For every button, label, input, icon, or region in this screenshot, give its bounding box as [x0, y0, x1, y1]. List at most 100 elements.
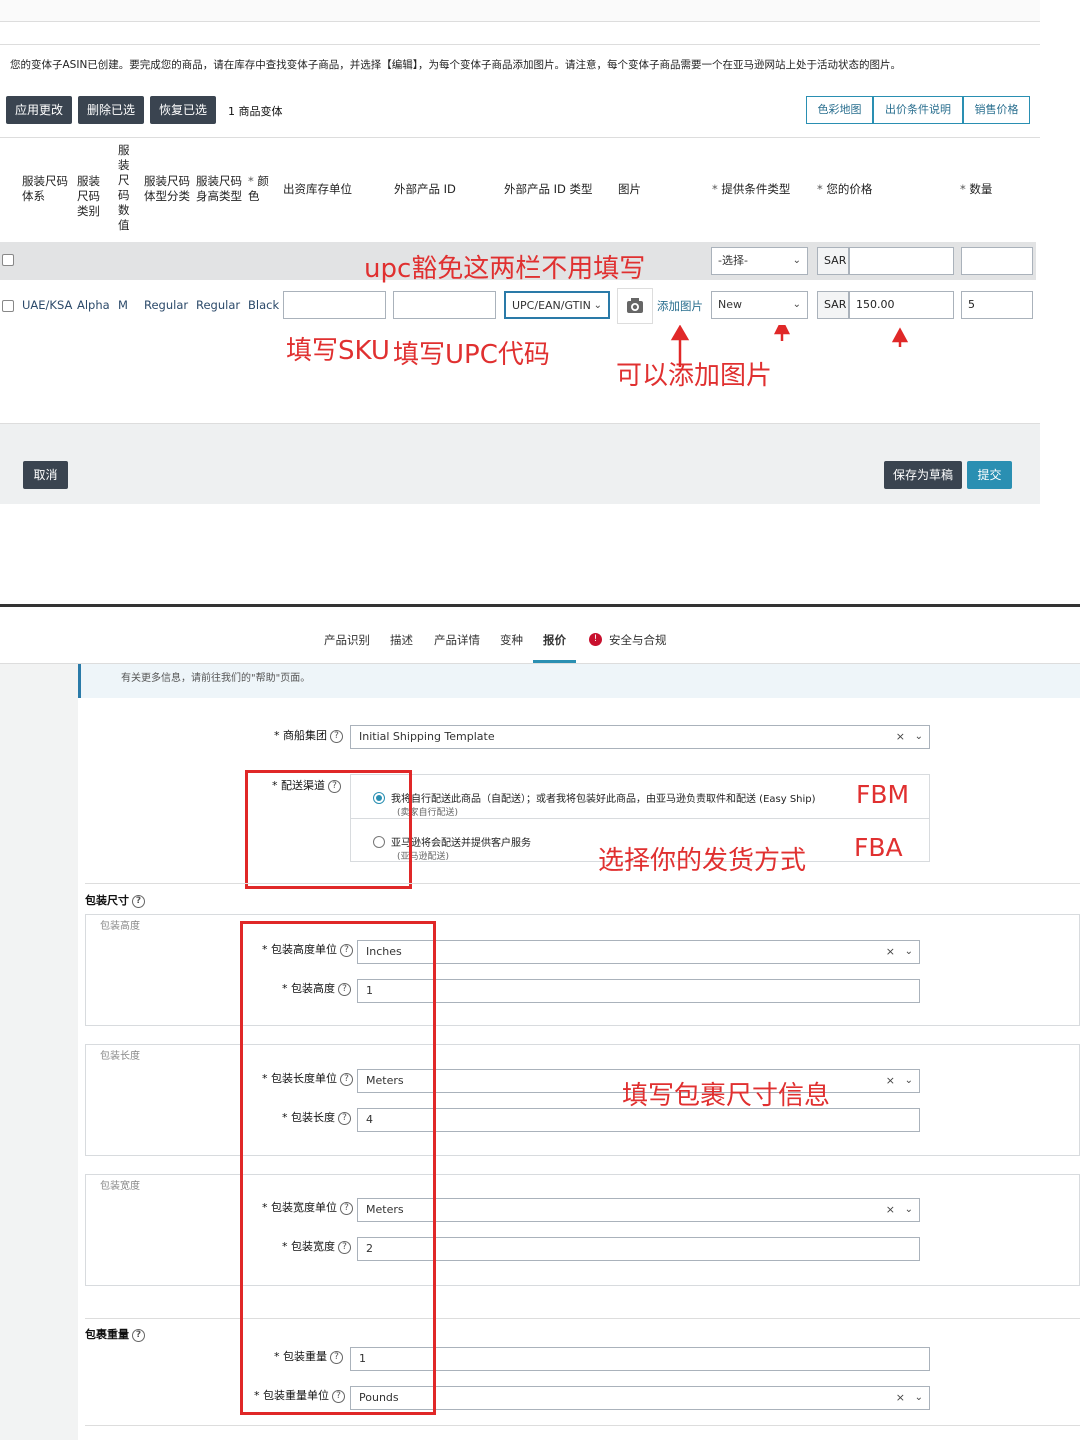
help-icon[interactable]: ? [132, 894, 145, 908]
header-external-id: 外部产品 ID [394, 182, 456, 196]
chevron-down-icon[interactable]: ⌄ [915, 1387, 923, 1409]
help-icon[interactable]: ? [132, 1328, 145, 1342]
clear-icon[interactable]: × [896, 726, 905, 748]
annotation-fbm: FBM [856, 780, 910, 809]
annotation-fill-sku: 填写SKU [286, 336, 390, 366]
cell-size-class: Alpha [77, 298, 110, 312]
top-strip [0, 0, 1040, 22]
quantity-input[interactable]: 5 [961, 291, 1033, 319]
chevron-down-icon[interactable]: ⌄ [905, 941, 913, 963]
divider [85, 1425, 1080, 1426]
cell-color: Black [248, 298, 280, 312]
bulk-select-checkbox[interactable] [2, 254, 14, 266]
tab-product-details[interactable]: 产品详情 [434, 632, 480, 648]
clear-icon[interactable]: × [886, 941, 895, 963]
shipping-template-label: * 商船集团? [274, 727, 343, 743]
header-condition: * 提供条件类型 [712, 182, 791, 196]
bulk-quantity-input[interactable] [961, 247, 1033, 275]
row-select-checkbox[interactable] [2, 300, 14, 312]
header-color: * 颜色 [248, 174, 269, 203]
tab-product-id[interactable]: 产品识别 [324, 632, 370, 648]
annotation-arrows [670, 325, 909, 367]
variation-notice: 您的变体子ASIN已创建。要完成您的商品，请在库存中查找变体子商品，并选择【编辑… [10, 59, 902, 71]
package-dimensions-title: 包装尺寸? [85, 892, 145, 908]
bulk-condition-select[interactable]: -选择- ⌄ [711, 247, 808, 275]
weight-input[interactable]: 1 [350, 1347, 930, 1371]
header-sku: 出资库存单位 [283, 182, 352, 196]
bulk-price-input[interactable] [849, 247, 954, 275]
weight-unit-select[interactable]: Pounds × ⌄ [350, 1386, 930, 1410]
package-weight-title: 包裹重量? [85, 1326, 145, 1342]
currency-label: SAR [817, 291, 849, 319]
package-height-section [85, 914, 1080, 1026]
condition-select[interactable]: New ⌄ [711, 291, 808, 319]
divider [0, 137, 1040, 138]
restore-selected-button[interactable]: 恢复已选 [150, 96, 216, 124]
clear-icon[interactable]: × [886, 1199, 895, 1221]
clear-icon[interactable]: × [886, 1070, 895, 1092]
option-divider [350, 818, 930, 819]
annotation-choose-shipping: 选择你的发货方式 [598, 846, 807, 876]
package-length-section-title: 包装长度 [100, 1051, 140, 1062]
add-image-link[interactable]: 添加图片 [657, 298, 703, 314]
annotation-fill-upc: 填写UPC代码 [393, 340, 550, 370]
annotation-upc-exempt: upc豁免这两栏不用填写 [364, 254, 646, 284]
divider [85, 1318, 1080, 1319]
tab-safety-compliance[interactable]: 安全与合规 [609, 632, 667, 648]
cell-height-type: Regular [196, 298, 241, 312]
header-image: 图片 [618, 182, 641, 196]
width-unit-select[interactable]: Meters × ⌄ [357, 1198, 920, 1222]
save-draft-button[interactable]: 保存为草稿 [884, 461, 962, 489]
package-width-section [85, 1174, 1080, 1286]
tab-offer[interactable]: 报价 [533, 632, 576, 663]
clear-icon[interactable]: × [896, 1387, 905, 1409]
camera-icon [627, 298, 643, 313]
header-external-id-type: 外部产品 ID 类型 [504, 182, 593, 196]
width-input[interactable]: 2 [357, 1237, 920, 1261]
price-input[interactable]: 150.00 [849, 291, 954, 319]
divider [0, 44, 1040, 45]
cell-size-value: M [118, 298, 128, 312]
highlight-box-channel [245, 770, 412, 889]
bulk-currency-label: SAR [817, 247, 849, 275]
add-image-button[interactable] [617, 288, 653, 324]
submit-button[interactable]: 提交 [967, 461, 1012, 489]
chevron-down-icon[interactable]: ⌄ [905, 1199, 913, 1221]
annotation-fba: FBA [854, 833, 903, 862]
sale-price-button[interactable]: 销售价格 [963, 96, 1030, 124]
chevron-down-icon[interactable]: ⌄ [915, 726, 923, 748]
external-id-input[interactable] [393, 291, 496, 319]
chevron-down-icon[interactable]: ⌄ [905, 1070, 913, 1092]
variation-panel: 您的变体子ASIN已创建。要完成您的商品，请在库存中查找变体子商品，并选择【编辑… [0, 0, 1080, 605]
apply-changes-button[interactable]: 应用更改 [6, 96, 72, 124]
cancel-button[interactable]: 取消 [23, 461, 68, 489]
tab-variations[interactable]: 变种 [500, 632, 523, 648]
external-id-type-select[interactable]: UPC/EAN/GTIN ⌄ [504, 291, 610, 319]
header-height-type: 服装尺码身高类型 [196, 174, 242, 203]
header-size-system: 服装尺码体系 [22, 174, 68, 203]
offer-condition-button[interactable]: 出价条件说明 [873, 96, 963, 124]
help-icon[interactable]: ? [330, 729, 343, 743]
annotation-fill-package: 填写包裹尺寸信息 [622, 1081, 831, 1111]
color-map-button[interactable]: 色彩地图 [806, 96, 873, 124]
shipping-template-select[interactable]: Initial Shipping Template × ⌄ [350, 725, 930, 749]
fbm-option-label: 我将自行配送此商品（自配送）；或者我将包装好此商品，由亚马逊负责取件和配送 (E… [391, 794, 816, 805]
left-gutter [0, 664, 78, 1440]
package-width-section-title: 包装宽度 [100, 1181, 140, 1192]
delete-selected-button[interactable]: 删除已选 [78, 96, 144, 124]
header-quantity: * 数量 [960, 182, 993, 196]
header-body-type: 服装尺码体型分类 [144, 174, 190, 203]
header-size-value: 服装尺码数值 [118, 143, 130, 232]
header-size-class: 服装尺码类别 [77, 174, 100, 218]
info-text: 有关更多信息，请前往我们的"帮助"页面。 [121, 673, 311, 684]
height-unit-select[interactable]: Inches × ⌄ [357, 940, 920, 964]
header-price: * 您的价格 [817, 182, 873, 196]
sku-input[interactable] [283, 291, 386, 319]
cell-size-system: UAE/KSA [22, 298, 73, 312]
variation-count: 1 商品变体 [228, 105, 283, 118]
divider [85, 883, 1080, 884]
error-icon: ! [589, 633, 602, 646]
tab-description[interactable]: 描述 [390, 632, 413, 648]
height-input[interactable]: 1 [357, 979, 920, 1003]
fba-option-label: 亚马逊将会配送并提供客户服务 [391, 838, 531, 849]
